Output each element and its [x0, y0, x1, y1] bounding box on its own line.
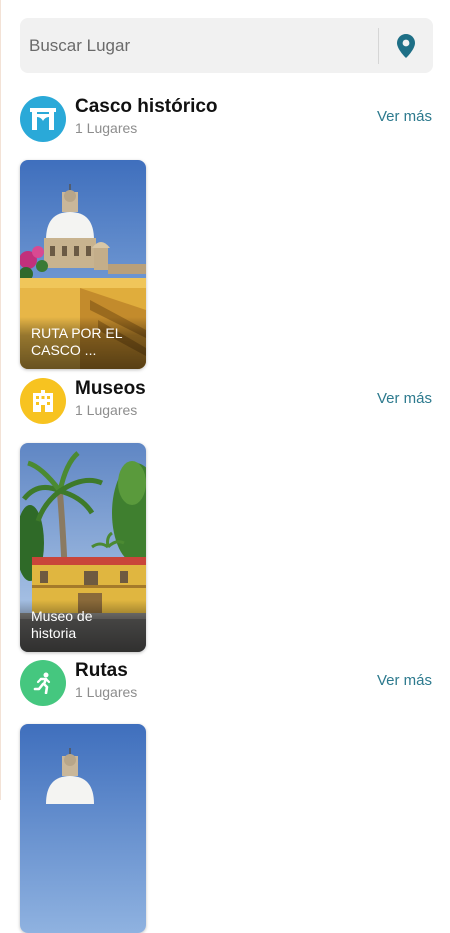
place-card[interactable]: RUTA POR EL CASCO ...	[20, 160, 146, 369]
section-casco-historico: Casco histórico 1 Lugares Ver más	[20, 96, 432, 144]
section-title: Museos	[75, 378, 146, 399]
card-label: RUTA POR EL CASCO ...	[20, 317, 146, 369]
archway-icon	[30, 108, 56, 130]
category-icon-casco	[20, 96, 66, 142]
running-person-icon	[33, 672, 51, 694]
museum-building-icon	[33, 390, 53, 412]
card-label: Museo de historia	[20, 600, 146, 652]
section-count: 1 Lugares	[75, 684, 138, 700]
section-count: 1 Lugares	[75, 402, 138, 418]
place-card[interactable]: Museo de historia	[20, 443, 146, 652]
ver-mas-link[interactable]: Ver más	[377, 108, 432, 125]
section-rutas: Rutas 1 Lugares Ver más	[20, 660, 432, 708]
search-bar	[20, 17, 433, 74]
ver-mas-link[interactable]: Ver más	[377, 390, 432, 407]
section-count: 1 Lugares	[75, 120, 138, 136]
location-pin-icon	[397, 33, 415, 58]
category-icon-museos	[20, 378, 66, 424]
search-input[interactable]	[20, 17, 378, 74]
section-title: Casco histórico	[75, 96, 218, 117]
place-card[interactable]	[20, 724, 146, 933]
ver-mas-link[interactable]: Ver más	[377, 672, 432, 689]
section-title: Rutas	[75, 660, 128, 681]
section-museos: Museos 1 Lugares Ver más	[20, 378, 432, 426]
category-icon-rutas	[20, 660, 66, 706]
place-photo-church	[20, 724, 146, 933]
location-button[interactable]	[379, 18, 433, 73]
